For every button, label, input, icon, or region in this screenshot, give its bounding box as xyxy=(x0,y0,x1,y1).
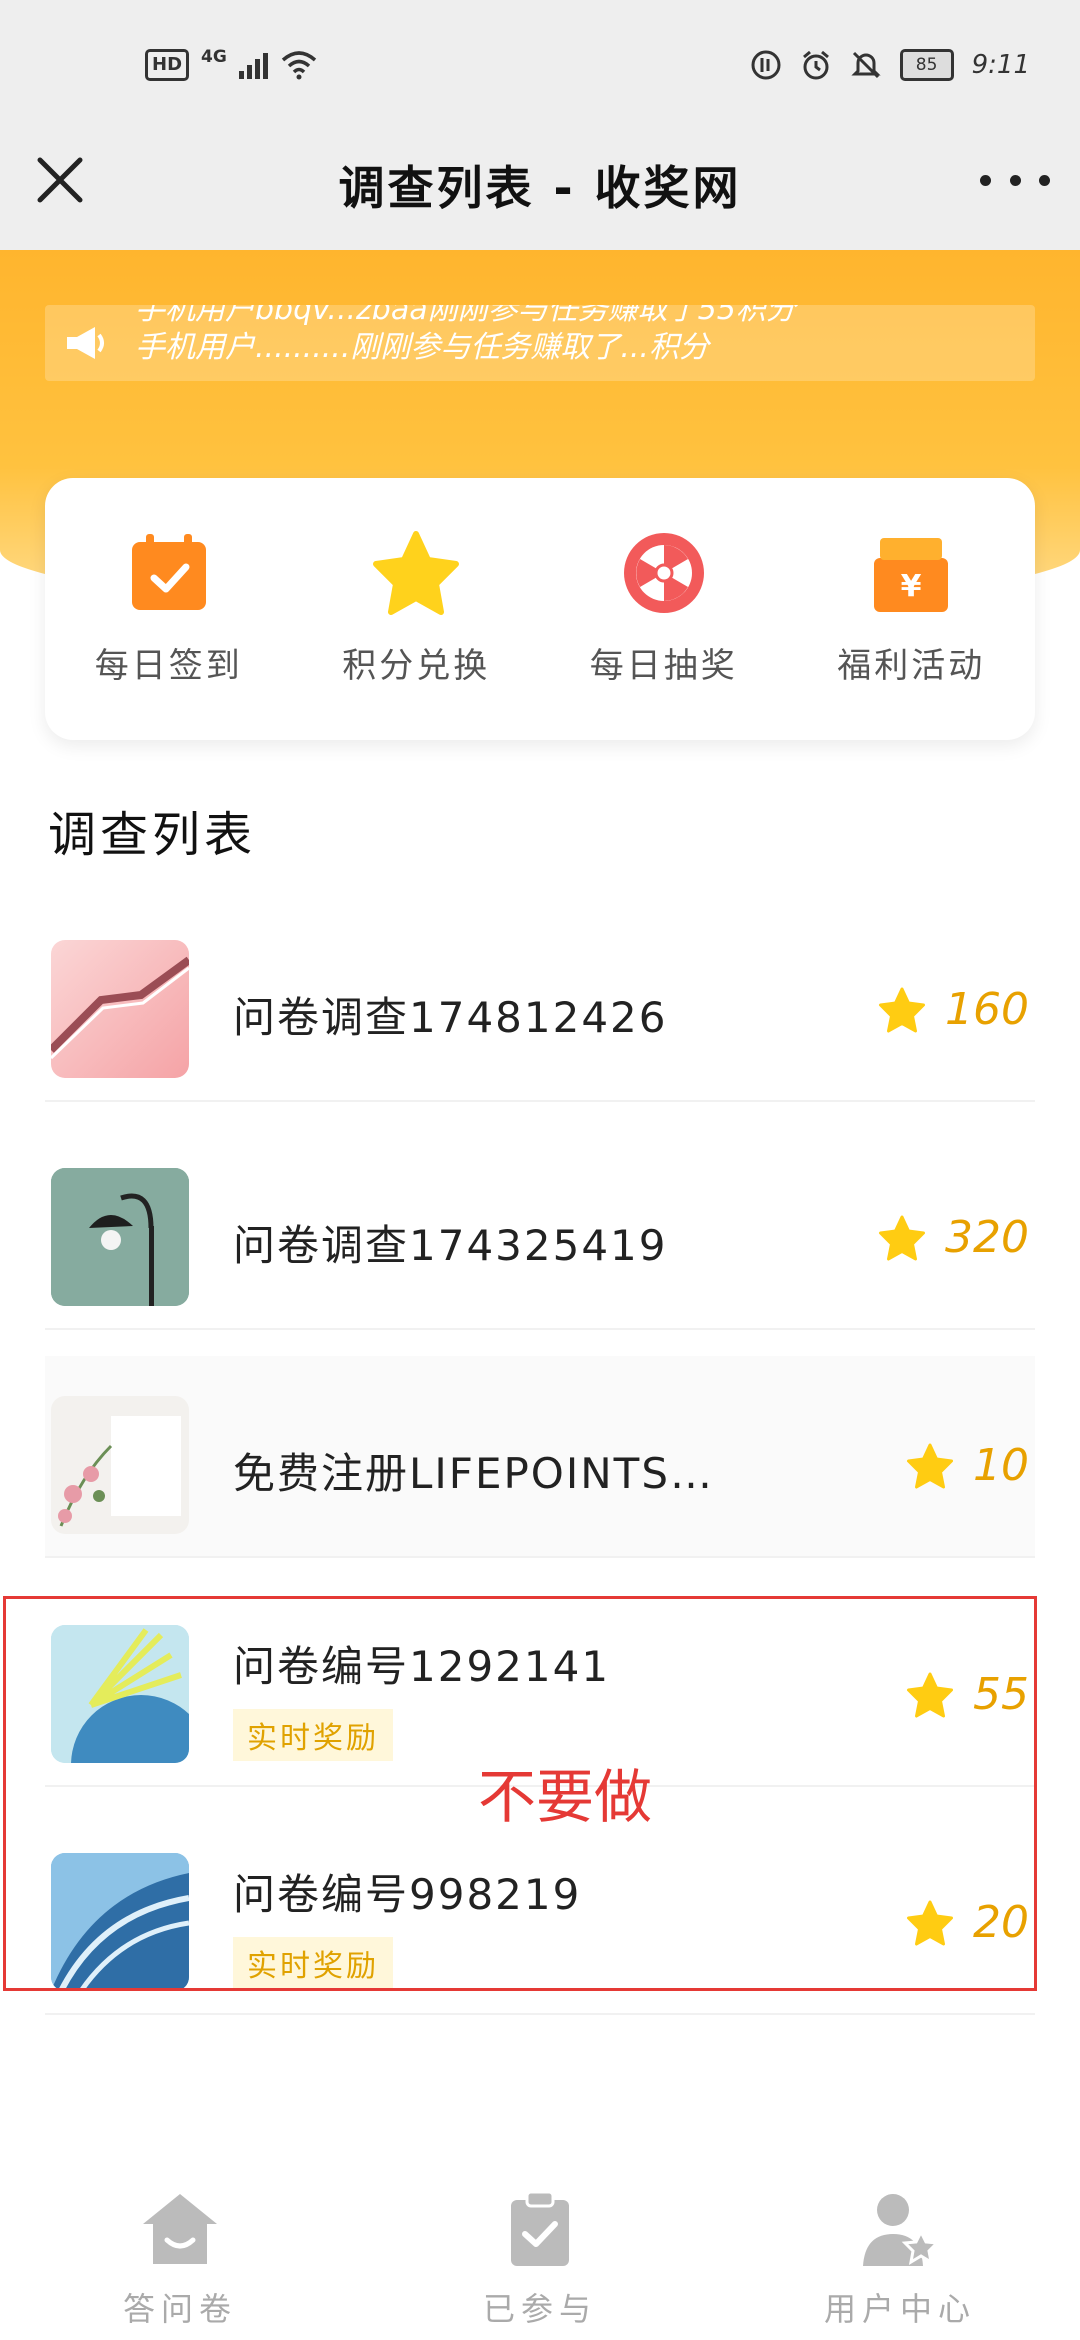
points-value: 320 xyxy=(945,1212,1029,1263)
calendar-check-icon xyxy=(131,534,206,610)
more-menu-icon[interactable] xyxy=(980,160,1050,200)
status-right: 85 9:11 xyxy=(750,45,1030,85)
svg-text:¥: ¥ xyxy=(901,569,922,604)
clock: 9:11 xyxy=(971,50,1030,80)
mute-icon xyxy=(850,51,881,79)
survey-reward: 320 xyxy=(877,1212,1029,1263)
section-title: 调查列表 xyxy=(48,807,257,863)
signal-icon xyxy=(238,53,268,79)
network-type: 4G xyxy=(201,47,227,67)
tab-answer-survey[interactable]: 答问卷 xyxy=(0,2160,360,2340)
quick-action-label: 每日签到 xyxy=(94,646,243,686)
notice-line: 手机用户..........刚刚参与任务赚取了...积分 xyxy=(135,330,709,365)
annotation-text: 不要做 xyxy=(478,1763,653,1831)
star-icon xyxy=(373,531,460,615)
points-star-icon xyxy=(907,1443,953,1488)
clipboard-check-icon xyxy=(511,2190,569,2266)
lucky-wheel-icon xyxy=(623,533,704,613)
battery-icon: 85 xyxy=(899,49,954,81)
bottom-tab-bar: 答问卷 已参与 用户中心 xyxy=(0,2160,1080,2340)
welfare-activity-button[interactable]: ¥ 福利活动 xyxy=(788,478,1036,740)
survey-list-item[interactable]: 问卷调查174325419 320 xyxy=(45,1128,1035,1330)
notice-line: 手机用户bbqv...zbaa刚刚参与任务赚取了55积分 xyxy=(135,305,796,327)
points-value: 160 xyxy=(945,984,1029,1035)
data-saver-icon xyxy=(751,50,781,80)
gift-box-icon: ¥ xyxy=(874,538,949,612)
survey-title: 免费注册LIFEPOINTS… xyxy=(233,1449,714,1498)
tab-user-center[interactable]: 用户中心 xyxy=(720,2160,1080,2340)
points-exchange-button[interactable]: 积分兑换 xyxy=(293,478,541,740)
page-title: 调查列表 - 收奖网 xyxy=(338,161,742,215)
wifi-icon xyxy=(281,51,316,80)
quick-action-label: 福利活动 xyxy=(837,646,986,686)
notice-ticker: 手机用户bbqv...zbaa刚刚参与任务赚取了55积分 手机用户.......… xyxy=(45,305,1035,381)
hd-badge: HD xyxy=(145,49,190,81)
megaphone-icon xyxy=(67,327,104,359)
user-star-icon xyxy=(863,2194,941,2266)
alarm-icon xyxy=(802,50,829,80)
survey-reward: 10 xyxy=(905,1440,1029,1491)
survey-list-item[interactable]: 问卷调查174812426 160 xyxy=(45,900,1035,1102)
survey-thumbnail xyxy=(51,1396,189,1534)
survey-thumbnail xyxy=(51,1168,189,1306)
title-bar: 调查列表 - 收奖网 xyxy=(0,100,1080,250)
daily-lottery-button[interactable]: 每日抽奖 xyxy=(540,478,788,740)
tab-label: 用户中心 xyxy=(823,2290,976,2328)
quick-actions-card: 每日签到 积分兑换 每日抽奖 ¥ 福利活动 xyxy=(45,478,1035,740)
points-star-icon xyxy=(879,1215,926,1260)
status-left: HD 4G xyxy=(145,45,317,85)
points-value: 10 xyxy=(973,1440,1029,1491)
quick-action-label: 积分兑换 xyxy=(342,646,491,686)
tab-label: 已参与 xyxy=(482,2290,597,2328)
notice-text: 手机用户bbqv...zbaa刚刚参与任务赚取了55积分 手机用户.......… xyxy=(135,305,1025,381)
quick-action-label: 每日抽奖 xyxy=(589,646,738,686)
survey-reward: 160 xyxy=(877,984,1029,1035)
home-icon xyxy=(143,2194,217,2264)
survey-title: 问卷调查174325419 xyxy=(233,1221,668,1270)
survey-list-item[interactable]: 免费注册LIFEPOINTS… 10 xyxy=(45,1356,1035,1558)
points-star-icon xyxy=(879,987,926,1032)
survey-title: 问卷调查174812426 xyxy=(233,993,668,1042)
tab-participated[interactable]: 已参与 xyxy=(360,2160,720,2340)
daily-checkin-button[interactable]: 每日签到 xyxy=(45,478,293,740)
tab-label: 答问卷 xyxy=(122,2290,237,2328)
survey-thumbnail xyxy=(51,940,189,1078)
